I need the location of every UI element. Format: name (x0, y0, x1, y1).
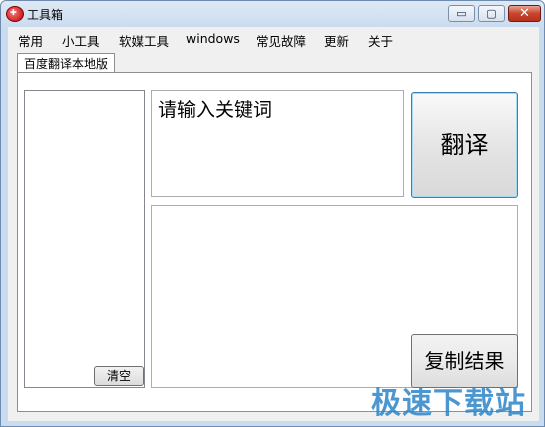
menu-item-small-tools[interactable]: 小工具 (62, 31, 100, 50)
translate-button[interactable]: 翻译 (411, 92, 518, 198)
close-icon: ✕ (519, 6, 530, 21)
menu-bar: 常用 小工具 软媒工具 windows 常见故障 更新 关于 (8, 27, 539, 49)
maximize-button[interactable]: ▢ (478, 5, 505, 22)
app-logo-icon[interactable]: ✚ (6, 6, 24, 22)
tab-baidu-translate[interactable]: 百度翻译本地版 (17, 53, 116, 73)
title-bar[interactable]: ✚ 工具箱 ▭ ▢ ✕ (1, 1, 544, 27)
menu-item-update[interactable]: 更新 (324, 31, 349, 50)
menu-item-common-faults[interactable]: 常见故障 (256, 31, 306, 50)
history-list[interactable] (24, 90, 145, 388)
clear-button[interactable]: 清空 (94, 366, 144, 386)
window-title: 工具箱 (27, 8, 64, 22)
menu-item-common[interactable]: 常用 (18, 31, 43, 50)
close-button[interactable]: ✕ (508, 5, 541, 22)
app-window: ✚ 工具箱 ▭ ▢ ✕ 常用 小工具 软媒工具 windows 常见故障 更新 … (0, 0, 545, 427)
menu-item-about[interactable]: 关于 (368, 31, 393, 50)
minimize-button[interactable]: ▭ (448, 5, 475, 22)
menu-item-windows[interactable]: windows (186, 31, 240, 46)
client-area: 常用 小工具 软媒工具 windows 常见故障 更新 关于 百度翻译本地版 清… (8, 27, 539, 421)
maximize-icon: ▢ (486, 7, 497, 20)
menu-item-ruanmei-tools[interactable]: 软媒工具 (119, 31, 169, 50)
minimize-icon: ▭ (456, 7, 467, 20)
keyword-input[interactable]: 请输入关键词 (151, 90, 404, 197)
watermark-logo: 极速下载站 (371, 386, 526, 421)
